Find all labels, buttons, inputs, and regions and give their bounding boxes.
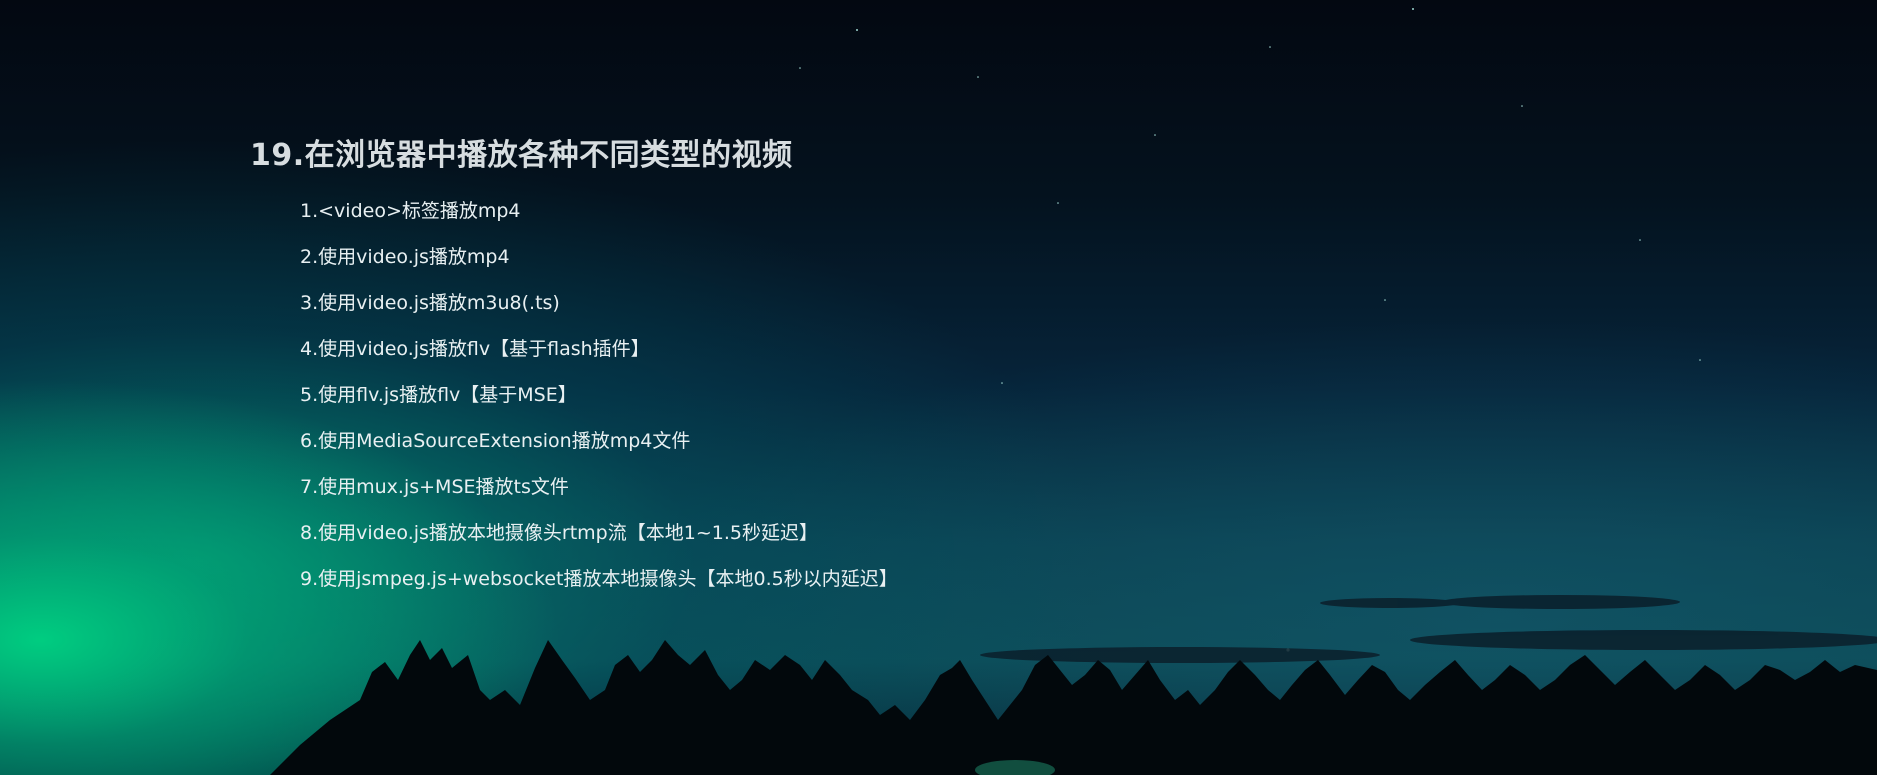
list-item[interactable]: 5.使用flv.js播放flv【基于MSE】: [300, 372, 898, 418]
list-item[interactable]: 1.<video>标签播放mp4: [300, 188, 898, 234]
stars: [799, 8, 1701, 652]
video-demo-list: 1.<video>标签播放mp4 2.使用video.js播放mp4 3.使用v…: [250, 188, 898, 602]
list-item[interactable]: 8.使用video.js播放本地摄像头rtmp流【本地1~1.5秒延迟】: [300, 510, 898, 556]
list-item[interactable]: 2.使用video.js播放mp4: [300, 234, 898, 280]
main-content: 19.在浏览器中播放各种不同类型的视频 1.<video>标签播放mp4 2.使…: [250, 130, 898, 602]
list-item[interactable]: 4.使用video.js播放flv【基于flash插件】: [300, 326, 898, 372]
list-item[interactable]: 3.使用video.js播放m3u8(.ts): [300, 280, 898, 326]
list-item[interactable]: 6.使用MediaSourceExtension播放mp4文件: [300, 418, 898, 464]
page-title: 19.在浏览器中播放各种不同类型的视频: [250, 138, 793, 173]
list-item[interactable]: 7.使用mux.js+MSE播放ts文件: [300, 464, 898, 510]
clouds: [980, 595, 1877, 663]
page-root: 19.在浏览器中播放各种不同类型的视频 1.<video>标签播放mp4 2.使…: [0, 0, 1877, 775]
list-item[interactable]: 9.使用jsmpeg.js+websocket播放本地摄像头【本地0.5秒以内延…: [300, 556, 898, 602]
